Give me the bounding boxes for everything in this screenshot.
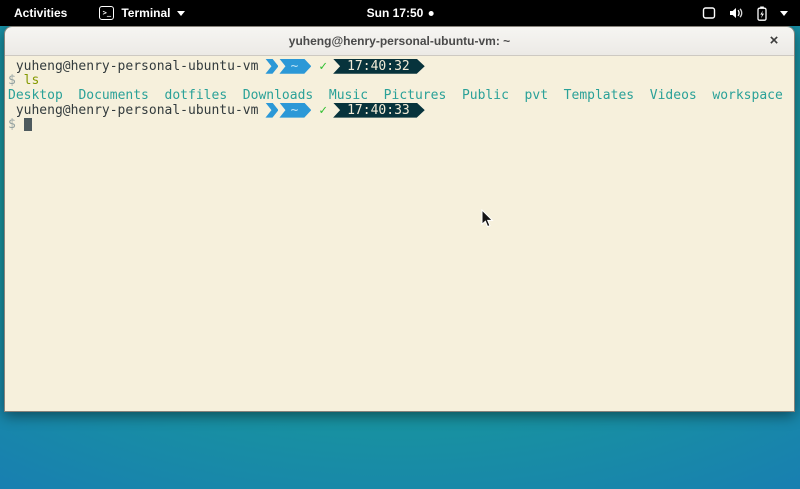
directory-name: Downloads xyxy=(243,88,313,103)
system-status-menu[interactable] xyxy=(698,0,792,26)
directory-name: dotfiles xyxy=(165,88,228,103)
prompt-user-host: yuheng@henry-personal-ubuntu-vm xyxy=(8,59,258,74)
directory-name: Videos xyxy=(650,88,697,103)
app-menu-label: Terminal xyxy=(121,6,170,20)
volume-icon xyxy=(728,6,744,20)
chevron-down-icon xyxy=(177,11,185,16)
terminal-window: yuheng@henry-personal-ubuntu-vm: ~ × yuh… xyxy=(4,26,795,412)
command-line: $ ls xyxy=(8,74,792,89)
powerline-chevron-icon xyxy=(265,59,278,74)
prompt-user-host: yuheng@henry-personal-ubuntu-vm xyxy=(8,103,258,118)
terminal-app-icon: >_ xyxy=(99,6,114,20)
directory-name: Desktop xyxy=(8,88,63,103)
chevron-down-icon xyxy=(780,11,788,16)
activities-button[interactable]: Activities xyxy=(8,4,73,22)
display-icon xyxy=(702,6,716,20)
prompt-line: yuheng@henry-personal-ubuntu-vm ~ ✓ 17:4… xyxy=(8,59,792,74)
desktop: Activities >_ Terminal Sun 17:50 xyxy=(0,0,800,489)
ls-output-line: Desktop Documents dotfiles Downloads Mus… xyxy=(8,88,792,103)
prompt-path-segment: ~ xyxy=(279,103,311,118)
status-check-icon: ✓ xyxy=(319,59,327,74)
typed-command: ls xyxy=(24,73,40,88)
directory-name: Pictures xyxy=(384,88,447,103)
text-cursor-block xyxy=(24,118,32,131)
prompt-line: yuheng@henry-personal-ubuntu-vm ~ ✓ 17:4… xyxy=(8,103,792,118)
directory-name: Templates xyxy=(564,88,634,103)
prompt-symbol: $ xyxy=(8,117,16,132)
input-line: $ xyxy=(8,117,792,132)
app-menu-terminal[interactable]: >_ Terminal xyxy=(99,6,185,20)
prompt-time-segment: 17:40:33 xyxy=(333,103,425,118)
clock-button[interactable]: Sun 17:50 xyxy=(363,4,438,22)
window-titlebar[interactable]: yuheng@henry-personal-ubuntu-vm: ~ × xyxy=(5,27,794,56)
directory-name: Public xyxy=(462,88,509,103)
directory-name: Documents xyxy=(78,88,148,103)
prompt-symbol: $ xyxy=(8,73,16,88)
gnome-top-bar: Activities >_ Terminal Sun 17:50 xyxy=(0,0,800,26)
status-check-icon: ✓ xyxy=(319,103,327,118)
directory-name: pvt xyxy=(525,88,548,103)
window-title: yuheng@henry-personal-ubuntu-vm: ~ xyxy=(289,34,510,48)
battery-charging-icon xyxy=(756,6,768,21)
directory-name: workspace xyxy=(712,88,782,103)
terminal-content[interactable]: yuheng@henry-personal-ubuntu-vm ~ ✓ 17:4… xyxy=(5,56,794,411)
mouse-pointer-icon xyxy=(481,209,495,229)
prompt-time-segment: 17:40:32 xyxy=(333,59,425,74)
directory-name: Music xyxy=(329,88,368,103)
close-button[interactable]: × xyxy=(765,32,783,50)
notification-dot xyxy=(428,11,433,16)
clock-label: Sun 17:50 xyxy=(367,6,424,20)
prompt-path-segment: ~ xyxy=(279,59,311,74)
powerline-chevron-icon xyxy=(265,103,278,118)
